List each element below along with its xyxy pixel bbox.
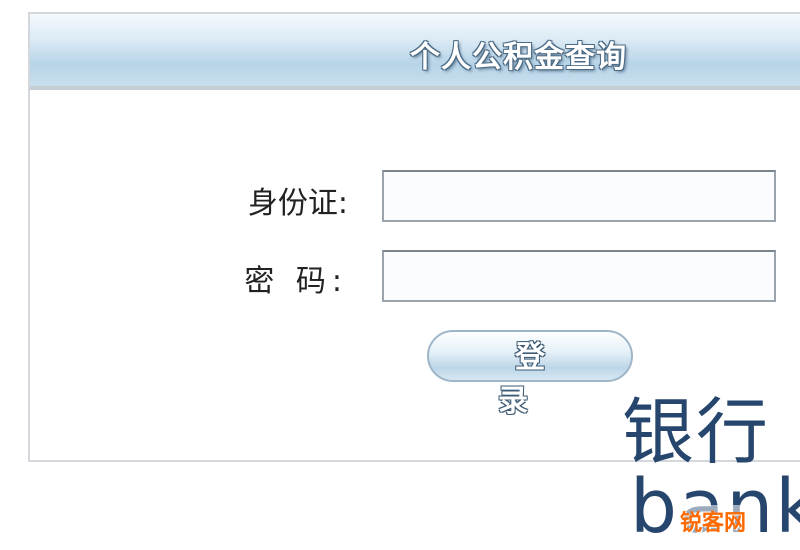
id-card-label: 身份证: xyxy=(247,186,348,221)
page: 个人公积金查询 身份证: 密 码: 登 录 银行 bank 锐客网 xyxy=(0,0,800,550)
site-badge: 锐客网 xyxy=(676,505,751,537)
watermark-text: 银行 xyxy=(622,390,771,474)
page-title: 个人公积金查询 xyxy=(410,40,627,75)
password-input[interactable] xyxy=(382,250,776,302)
login-button[interactable]: 登 录 xyxy=(427,330,633,419)
id-card-input[interactable] xyxy=(382,170,776,222)
header-bar: 个人公积金查询 xyxy=(30,14,800,90)
password-label: 密 码: xyxy=(244,264,348,299)
